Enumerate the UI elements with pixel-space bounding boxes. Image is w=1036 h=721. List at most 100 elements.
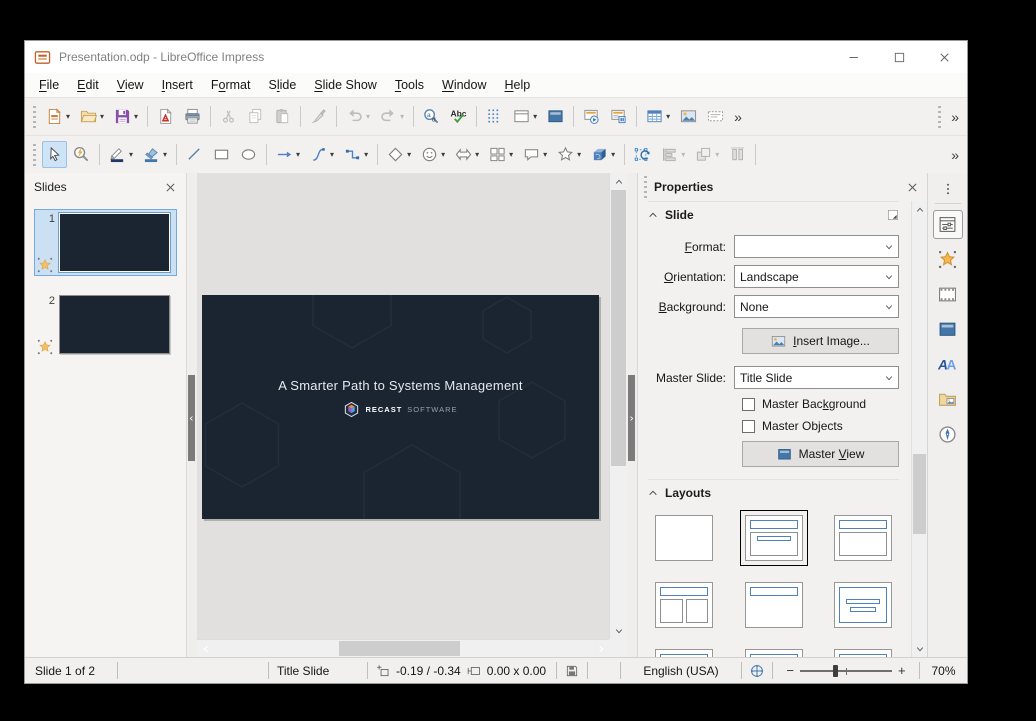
zoom-in-button[interactable]: + (898, 664, 906, 677)
tab-properties[interactable] (933, 210, 963, 239)
master-objects-checkbox[interactable] (742, 420, 755, 433)
dropdown-arrow-icon[interactable]: ▾ (66, 113, 70, 121)
clone-formatting-button[interactable] (306, 103, 331, 130)
flowchart-shapes-button[interactable]: ▾ (485, 141, 517, 168)
chevron-down-icon[interactable] (879, 367, 898, 388)
tab-navigator[interactable] (933, 420, 963, 449)
scroll-down-button[interactable] (610, 622, 627, 639)
paste-button[interactable] (270, 103, 295, 130)
insert-table-button[interactable]: ▾ (642, 103, 674, 130)
lines-and-arrows-button[interactable]: ▾ (272, 141, 304, 168)
toolbar-overflow-button[interactable]: » (729, 110, 747, 124)
insert-text-box-button[interactable] (703, 103, 728, 130)
block-arrows-button[interactable]: ▾ (451, 141, 483, 168)
master-slide-dropdown[interactable]: Title Slide (734, 366, 899, 389)
display-views-button[interactable]: ▾ (509, 103, 541, 130)
open-file-button[interactable]: ▾ (76, 103, 108, 130)
copy-button[interactable] (243, 103, 268, 130)
horizontal-scroll-thumb[interactable] (339, 641, 460, 656)
fill-color-button[interactable]: ▾ (139, 141, 171, 168)
layouts-section-header[interactable]: Layouts (648, 479, 899, 506)
toolbar-overflow-button[interactable]: » (946, 148, 964, 162)
dropdown-arrow-icon[interactable]: ▾ (681, 151, 685, 159)
chevron-down-icon[interactable] (879, 266, 898, 287)
slide-thumbnail-1[interactable]: 1 (35, 210, 176, 275)
layout-title-two-content[interactable] (650, 577, 718, 633)
spelling-button[interactable]: Abc (446, 103, 471, 130)
right-splitter-handle[interactable] (628, 375, 635, 461)
start-from-current-slide-button[interactable] (606, 103, 631, 130)
status-language[interactable]: English (USA) (621, 658, 741, 683)
sidebar-menu-button[interactable] (941, 178, 955, 200)
collapse-section-icon[interactable] (648, 488, 658, 498)
tab-gallery[interactable] (933, 385, 963, 414)
dropdown-arrow-icon[interactable]: ▾ (296, 151, 300, 159)
redo-button[interactable]: ▾ (376, 103, 408, 130)
layout-partial-a[interactable] (650, 644, 718, 657)
master-view-button[interactable]: Master View (742, 441, 899, 467)
layout-title-content[interactable] (829, 510, 897, 566)
slide-thumbnail-image[interactable] (59, 213, 170, 272)
dropdown-arrow-icon[interactable]: ▾ (611, 151, 615, 159)
maximize-button[interactable] (877, 41, 922, 73)
rectangle-button[interactable] (209, 141, 234, 168)
menu-slide[interactable]: Slide (259, 75, 305, 95)
layout-title-subtitle[interactable] (740, 510, 808, 566)
connectors-button[interactable]: ▾ (340, 141, 372, 168)
chevron-down-icon[interactable] (879, 296, 898, 317)
vertical-scroll-thumb[interactable] (913, 454, 926, 534)
export-pdf-button[interactable] (153, 103, 178, 130)
slide-canvas[interactable]: A Smarter Path to Systems Management REC… (197, 173, 609, 639)
distribute-selection-button[interactable] (725, 141, 750, 168)
canvas-horizontal-scrollbar[interactable] (197, 639, 609, 657)
title-bar[interactable]: Presentation.odp - LibreOffice Impress (25, 41, 967, 73)
scroll-up-button[interactable] (610, 173, 627, 190)
ellipse-button[interactable] (236, 141, 261, 168)
curves-and-polygons-button[interactable]: ▾ (306, 141, 338, 168)
tab-slide-transition[interactable] (933, 280, 963, 309)
left-splitter[interactable] (187, 173, 197, 657)
find-replace-button[interactable]: ad (419, 103, 444, 130)
dropdown-arrow-icon[interactable]: ▾ (366, 113, 370, 121)
zoom-slider-thumb[interactable] (833, 665, 838, 677)
line-color-button[interactable]: ▾ (105, 141, 137, 168)
dropdown-arrow-icon[interactable]: ▾ (475, 151, 479, 159)
fit-slide-button[interactable] (742, 658, 772, 683)
menu-view[interactable]: View (108, 75, 153, 95)
master-background-checkbox[interactable] (742, 398, 755, 411)
zoom-pan-button[interactable] (69, 141, 94, 168)
dropdown-arrow-icon[interactable]: ▾ (509, 151, 513, 159)
panel-grip[interactable] (644, 176, 647, 198)
master-slide-button[interactable] (543, 103, 568, 130)
save-status-button[interactable] (557, 658, 587, 683)
dropdown-arrow-icon[interactable]: ▾ (100, 113, 104, 121)
insert-line-button[interactable] (182, 141, 207, 168)
vertical-scroll-track[interactable] (912, 218, 927, 640)
symbol-shapes-button[interactable]: ▾ (417, 141, 449, 168)
dropdown-arrow-icon[interactable]: ▾ (666, 113, 670, 121)
menu-edit[interactable]: Edit (68, 75, 108, 95)
slide-thumbnail-2[interactable]: 2 (35, 292, 176, 357)
zoom-out-button[interactable]: − (786, 664, 794, 677)
dropdown-arrow-icon[interactable]: ▾ (441, 151, 445, 159)
dropdown-arrow-icon[interactable]: ▾ (330, 151, 334, 159)
scroll-up-button[interactable] (912, 201, 927, 218)
dropdown-arrow-icon[interactable]: ▾ (543, 151, 547, 159)
3d-objects-button[interactable]: ▾ (587, 141, 619, 168)
canvas-vertical-scrollbar[interactable] (609, 173, 627, 639)
dropdown-arrow-icon[interactable]: ▾ (577, 151, 581, 159)
callout-shapes-button[interactable]: ▾ (519, 141, 551, 168)
basic-shapes-button[interactable]: ▾ (383, 141, 415, 168)
undo-button[interactable]: ▾ (342, 103, 374, 130)
close-icon[interactable] (164, 181, 177, 194)
horizontal-scroll-track[interactable] (214, 640, 592, 657)
slide-section-header[interactable]: Slide (648, 201, 899, 228)
insert-image-button[interactable] (676, 103, 701, 130)
zoom-slider[interactable]: − + (773, 658, 919, 683)
dropdown-arrow-icon[interactable]: ▾ (134, 113, 138, 121)
status-zoom-percent[interactable]: 70% (920, 658, 967, 683)
format-dropdown[interactable] (734, 235, 899, 258)
arrange-objects-button[interactable]: ▾ (691, 141, 723, 168)
scroll-left-button[interactable] (197, 640, 214, 657)
menu-file[interactable]: File (30, 75, 68, 95)
